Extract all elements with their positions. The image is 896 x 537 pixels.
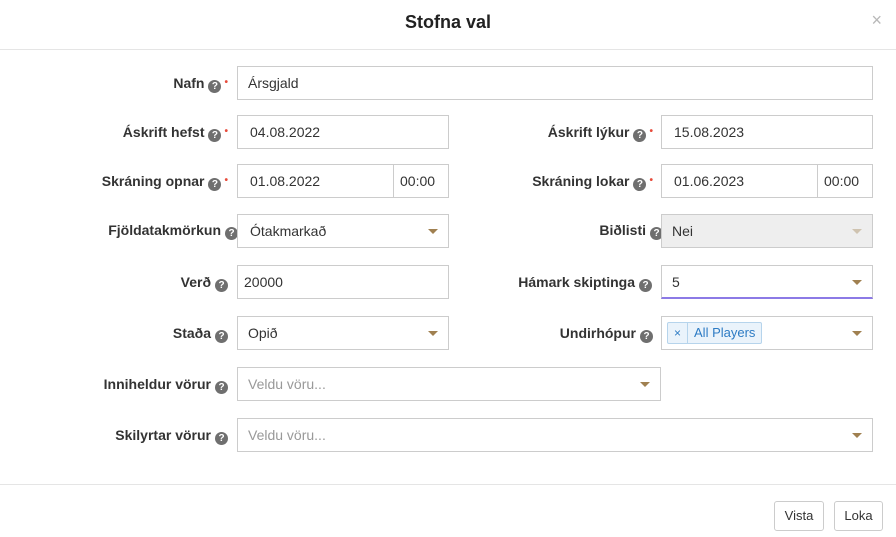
askrift-hefst-label: Áskrift hefst? • bbox=[123, 124, 228, 142]
fjoldatakmorkun-value: Ótakmarkað bbox=[250, 223, 327, 239]
skraning-opnar-time-input[interactable]: 00:00 bbox=[393, 164, 449, 198]
help-icon[interactable]: ? bbox=[215, 279, 228, 292]
fjoldatakmorkun-select[interactable]: Ótakmarkað bbox=[237, 214, 449, 248]
nafn-label: Nafn? • bbox=[173, 75, 228, 93]
remove-tag-icon[interactable]: × bbox=[668, 323, 689, 343]
stada-value: Opið bbox=[248, 325, 278, 341]
undirhopur-label-text: Undirhópur bbox=[559, 325, 636, 341]
inniheldur-vorur-select[interactable]: Veldu vöru... bbox=[237, 367, 661, 401]
verd-label: Verð? bbox=[181, 274, 228, 292]
chevron-down-icon bbox=[852, 229, 862, 234]
skraning-lokar-label-text: Skráning lokar bbox=[532, 173, 630, 189]
fjoldatakmorkun-label-text: Fjöldatakmörkun bbox=[108, 222, 221, 238]
chevron-down-icon bbox=[852, 433, 862, 438]
required-marker: • bbox=[649, 126, 653, 137]
selected-tag: × All Players bbox=[667, 322, 763, 344]
close-button[interactable]: Loka bbox=[834, 501, 883, 531]
skilyrtar-vorur-label-text: Skilyrtar vörur bbox=[115, 427, 211, 443]
required-marker: • bbox=[649, 175, 653, 186]
skraning-opnar-date-input[interactable]: 01.08.2022 bbox=[237, 164, 394, 198]
undirhopur-label: Undirhópur? bbox=[560, 325, 653, 343]
inniheldur-vorur-placeholder: Veldu vöru... bbox=[248, 376, 326, 392]
askrift-hefst-label-text: Áskrift hefst bbox=[122, 124, 205, 140]
required-marker: • bbox=[224, 126, 228, 137]
undirhopur-multiselect[interactable]: × All Players bbox=[661, 316, 873, 350]
bidlisti-label: Biðlisti? bbox=[599, 222, 663, 240]
close-icon[interactable]: × bbox=[871, 10, 882, 30]
dialog-header: Stofna val × bbox=[0, 0, 896, 50]
help-icon[interactable]: ? bbox=[208, 129, 222, 142]
save-button[interactable]: Vista bbox=[774, 501, 824, 531]
chevron-down-icon bbox=[428, 229, 438, 234]
bidlisti-select: Nei bbox=[661, 214, 873, 248]
required-marker: • bbox=[224, 175, 228, 186]
hamark-skiptinga-value: 5 bbox=[672, 274, 680, 290]
nafn-input[interactable]: Ársgjald bbox=[237, 66, 873, 100]
fjoldatakmorkun-label: Fjöldatakmörkun? bbox=[108, 222, 238, 240]
skraning-lokar-date-input[interactable]: 01.06.2023 bbox=[661, 164, 818, 198]
help-icon[interactable]: ? bbox=[215, 381, 228, 394]
skilyrtar-vorur-placeholder: Veldu vöru... bbox=[248, 427, 326, 443]
skraning-lokar-label: Skráning lokar? • bbox=[532, 173, 653, 191]
hamark-skiptinga-label: Hámark skiptinga? bbox=[518, 274, 652, 292]
tag-label: All Players bbox=[694, 325, 756, 340]
askrift-lykur-input[interactable]: 15.08.2023 bbox=[661, 115, 873, 149]
help-icon[interactable]: ? bbox=[208, 178, 222, 191]
bidlisti-label-text: Biðlisti bbox=[599, 222, 646, 238]
skilyrtar-vorur-select[interactable]: Veldu vöru... bbox=[237, 418, 873, 452]
nafn-label-text: Nafn bbox=[173, 75, 205, 91]
hamark-skiptinga-label-text: Hámark skiptinga bbox=[518, 274, 635, 290]
inniheldur-vorur-label-text: Inniheldur vörur bbox=[103, 376, 211, 392]
help-icon[interactable]: ? bbox=[640, 330, 653, 343]
help-icon[interactable]: ? bbox=[633, 129, 647, 142]
askrift-lykur-label-text: Áskrift lýkur bbox=[547, 124, 630, 140]
help-icon[interactable]: ? bbox=[215, 432, 228, 445]
verd-label-text: Verð bbox=[180, 274, 211, 290]
inniheldur-vorur-label: Inniheldur vörur? bbox=[104, 376, 228, 394]
chevron-down-icon bbox=[640, 382, 650, 387]
help-icon[interactable]: ? bbox=[208, 80, 222, 93]
skilyrtar-vorur-label: Skilyrtar vörur? bbox=[115, 427, 228, 445]
dialog-footer: Vista Loka bbox=[0, 484, 896, 537]
required-marker: • bbox=[224, 77, 228, 88]
skraning-lokar-time-input[interactable]: 00:00 bbox=[817, 164, 873, 198]
askrift-lykur-label: Áskrift lýkur? • bbox=[548, 124, 653, 142]
stada-select[interactable]: Opið bbox=[237, 316, 449, 350]
askrift-hefst-input[interactable]: 04.08.2022 bbox=[237, 115, 449, 149]
skraning-opnar-label: Skráning opnar? • bbox=[102, 173, 228, 191]
bidlisti-value: Nei bbox=[672, 223, 694, 239]
chevron-down-icon bbox=[852, 331, 862, 336]
chevron-down-icon bbox=[852, 280, 862, 285]
hamark-skiptinga-select[interactable]: 5 bbox=[661, 265, 873, 299]
stada-label-text: Staða bbox=[172, 325, 211, 341]
create-option-dialog: Stofna val × Nafn? • Ársgjald Áskrift hef… bbox=[0, 0, 896, 537]
verd-input[interactable]: 20000 bbox=[237, 265, 449, 299]
chevron-down-icon bbox=[428, 331, 438, 336]
help-icon[interactable]: ? bbox=[639, 279, 652, 292]
help-icon[interactable]: ? bbox=[215, 330, 228, 343]
help-icon[interactable]: ? bbox=[633, 178, 647, 191]
dialog-title: Stofna val bbox=[404, 12, 492, 32]
stada-label: Staða? bbox=[173, 325, 228, 343]
skraning-opnar-label-text: Skráning opnar bbox=[101, 173, 205, 189]
